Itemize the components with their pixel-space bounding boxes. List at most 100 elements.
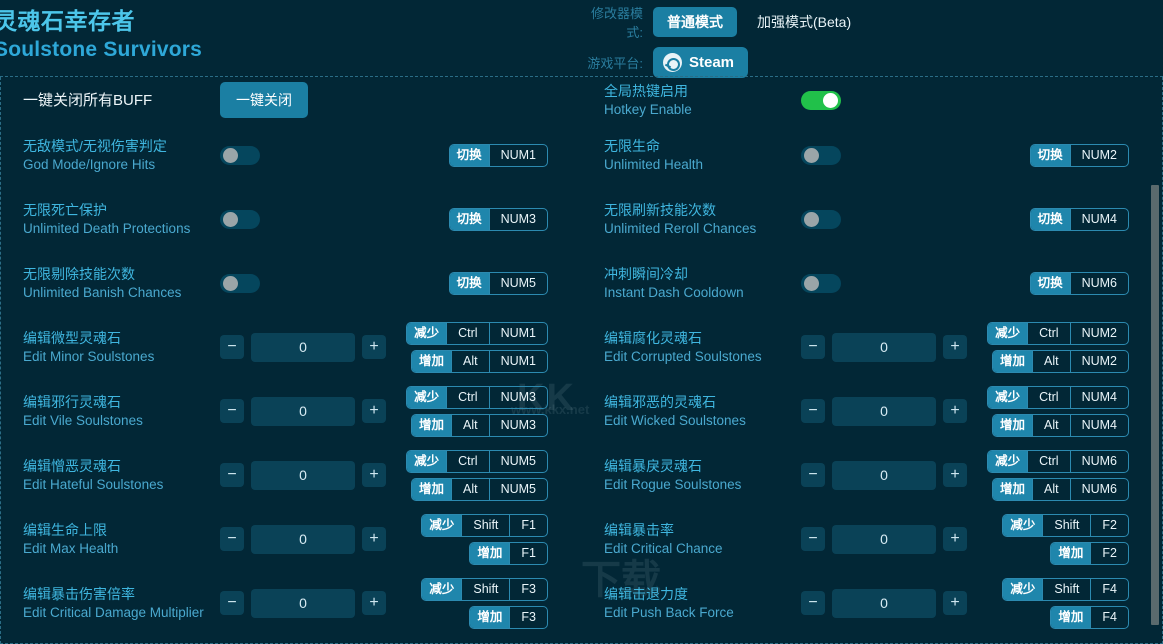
option-control: −0 + bbox=[794, 460, 967, 490]
hotkey-key-label: NUM1 bbox=[488, 144, 547, 166]
hotkey-chip-alt-num3[interactable]: 增加 Alt NUM3 bbox=[410, 413, 548, 437]
option-control: −0 + bbox=[794, 396, 967, 426]
toggle-knob bbox=[223, 275, 238, 291]
hotkey-chip-f3[interactable]: 增加 F3 bbox=[469, 605, 548, 629]
option-toggle[interactable] bbox=[801, 209, 841, 229]
option-row-instant-dash-cooldown: 冲刺瞬间冷却 Instant Dash Cooldown 切换 NUM6 bbox=[604, 251, 1162, 315]
option-control: −0 + bbox=[213, 396, 386, 426]
hotkey-chip-ctrl-num1[interactable]: 减少 Ctrl NUM1 bbox=[406, 321, 548, 345]
value-input[interactable]: 0 bbox=[832, 332, 936, 362]
option-label-cn: 编辑生命上限 bbox=[23, 521, 107, 538]
hotkey-action-label: 切换 bbox=[1030, 272, 1070, 294]
option-toggle[interactable] bbox=[220, 273, 260, 293]
vertical-scrollbar[interactable] bbox=[1151, 185, 1159, 625]
option-label-en: Edit Push Back Force bbox=[604, 604, 734, 620]
mode-normal-button[interactable]: 普通模式 bbox=[653, 7, 737, 37]
hotkey-chip-ctrl-num2[interactable]: 减少 Ctrl NUM2 bbox=[987, 321, 1129, 345]
option-control: −0 + bbox=[213, 460, 386, 490]
hotkey-chip-num4[interactable]: 切换 NUM4 bbox=[1029, 207, 1129, 231]
hotkey-chip-num2[interactable]: 切换 NUM2 bbox=[1029, 143, 1129, 167]
hotkey-key-label: Shift bbox=[1042, 514, 1090, 536]
hotkey-chip-f1[interactable]: 增加 F1 bbox=[469, 541, 548, 565]
hotkey-chip-alt-num1[interactable]: 增加 Alt NUM1 bbox=[410, 349, 548, 373]
option-hotkeys: 减少 Ctrl NUM4 增加 Alt NUM4 bbox=[959, 385, 1162, 437]
hotkey-chip-shift-f2[interactable]: 减少 Shift F2 bbox=[1002, 513, 1129, 537]
hotkey-chip-f2[interactable]: 增加 F2 bbox=[1050, 541, 1129, 565]
all-buff-row: 一键关闭所有BUFF 一键关闭 bbox=[23, 77, 582, 123]
decrement-button[interactable]: − bbox=[220, 591, 244, 615]
option-toggle[interactable] bbox=[801, 273, 841, 293]
decrement-button[interactable]: − bbox=[801, 463, 825, 487]
option-toggle[interactable] bbox=[801, 145, 841, 165]
option-label-en: Unlimited Reroll Chances bbox=[604, 220, 757, 236]
value-input[interactable]: 0 bbox=[832, 524, 936, 554]
value-input[interactable]: 0 bbox=[832, 588, 936, 618]
hotkey-chip-num5[interactable]: 切换 NUM5 bbox=[448, 271, 548, 295]
platform-steam-button[interactable]: Steam bbox=[653, 46, 749, 78]
hotkey-chip-shift-f3[interactable]: 减少 Shift F3 bbox=[421, 577, 548, 601]
hotkey-chip-ctrl-num3[interactable]: 减少 Ctrl NUM3 bbox=[406, 385, 548, 409]
hotkey-action-label: 切换 bbox=[449, 144, 489, 166]
all-buff-labels: 一键关闭所有BUFF bbox=[23, 91, 213, 110]
hotkey-action-label: 增加 bbox=[470, 606, 510, 628]
option-labels: 编辑暴击伤害倍率 Edit Critical Damage Multiplier bbox=[23, 585, 213, 622]
decrement-button[interactable]: − bbox=[220, 463, 244, 487]
hotkey-chip-alt-num5[interactable]: 增加 Alt NUM5 bbox=[410, 477, 548, 501]
option-control bbox=[794, 209, 959, 229]
hotkey-key-label: Alt bbox=[450, 414, 489, 436]
hotkey-chip-shift-f4[interactable]: 减少 Shift F4 bbox=[1002, 577, 1129, 601]
value-input[interactable]: 0 bbox=[251, 460, 355, 490]
hotkey-chip-f4[interactable]: 增加 F4 bbox=[1050, 605, 1129, 629]
hotkey-action-label: 增加 bbox=[992, 414, 1032, 436]
hotkey-chip-ctrl-num4[interactable]: 减少 Ctrl NUM4 bbox=[987, 385, 1129, 409]
hotkey-enable-toggle[interactable] bbox=[801, 90, 841, 110]
decrement-button[interactable]: − bbox=[220, 335, 244, 359]
option-labels: 编辑邪恶的灵魂石 Edit Wicked Soulstones bbox=[604, 393, 794, 430]
game-title-en: Soulstone Survivors bbox=[0, 38, 203, 61]
decrement-button[interactable]: − bbox=[801, 335, 825, 359]
value-input[interactable]: 0 bbox=[251, 588, 355, 618]
option-label-cn: 编辑邪恶的灵魂石 bbox=[604, 393, 716, 410]
all-buff-off-button[interactable]: 一键关闭 bbox=[220, 82, 308, 118]
hotkey-action-label: 增加 bbox=[1051, 606, 1091, 628]
option-labels: 编辑击退力度 Edit Push Back Force bbox=[604, 585, 794, 622]
hotkey-chip-shift-f1[interactable]: 减少 Shift F1 bbox=[421, 513, 548, 537]
hotkey-chip-ctrl-num5[interactable]: 减少 Ctrl NUM5 bbox=[406, 449, 548, 473]
hotkey-chip-num6[interactable]: 切换 NUM6 bbox=[1029, 271, 1129, 295]
value-input[interactable]: 0 bbox=[251, 396, 355, 426]
option-hotkeys: 减少 Ctrl NUM2 增加 Alt NUM2 bbox=[959, 321, 1162, 373]
hotkey-enable-row: 全局热键启用 Hotkey Enable bbox=[604, 77, 1162, 123]
option-toggle[interactable] bbox=[220, 145, 260, 165]
option-labels: 无敌模式/无视伤害判定 God Mode/Ignore Hits bbox=[23, 137, 213, 174]
option-labels: 编辑生命上限 Edit Max Health bbox=[23, 521, 213, 558]
hotkey-action-label: 切换 bbox=[449, 272, 489, 294]
hotkey-chip-alt-num6[interactable]: 增加 Alt NUM6 bbox=[991, 477, 1129, 501]
option-row-god-mode-ignore-hits: 无敌模式/无视伤害判定 God Mode/Ignore Hits 切换 NUM1 bbox=[23, 123, 582, 187]
hotkey-chip-ctrl-num6[interactable]: 减少 Ctrl NUM6 bbox=[987, 449, 1129, 473]
hotkey-chip-alt-num2[interactable]: 增加 Alt NUM2 bbox=[991, 349, 1129, 373]
option-label-en: Edit Rogue Soulstones bbox=[604, 476, 742, 492]
trainer-mode-row: 修改器模式: 普通模式 加强模式(Beta) bbox=[575, 6, 1055, 40]
hotkey-key-label: NUM4 bbox=[1069, 208, 1128, 230]
decrement-button[interactable]: − bbox=[801, 527, 825, 551]
decrement-button[interactable]: − bbox=[801, 591, 825, 615]
mode-enhanced-button[interactable]: 加强模式(Beta) bbox=[747, 6, 861, 38]
hotkey-chip-num3[interactable]: 切换 NUM3 bbox=[448, 207, 548, 231]
hotkey-chip-alt-num4[interactable]: 增加 Alt NUM4 bbox=[991, 413, 1129, 437]
game-title-cn: 灵魂石幸存者 bbox=[0, 8, 135, 34]
hotkey-action-label: 减少 bbox=[407, 450, 447, 472]
toggle-knob bbox=[823, 92, 838, 108]
hotkey-key-label: F3 bbox=[509, 578, 547, 600]
hotkey-chip-num1[interactable]: 切换 NUM1 bbox=[448, 143, 548, 167]
value-input[interactable]: 0 bbox=[832, 396, 936, 426]
value-stepper: −0 + bbox=[220, 460, 386, 490]
option-toggle[interactable] bbox=[220, 209, 260, 229]
decrement-button[interactable]: − bbox=[220, 527, 244, 551]
value-input[interactable]: 0 bbox=[251, 524, 355, 554]
value-input[interactable]: 0 bbox=[251, 332, 355, 362]
decrement-button[interactable]: − bbox=[801, 399, 825, 423]
hotkey-action-label: 切换 bbox=[1030, 144, 1070, 166]
decrement-button[interactable]: − bbox=[220, 399, 244, 423]
hotkey-action-label: 增加 bbox=[1051, 542, 1091, 564]
value-input[interactable]: 0 bbox=[832, 460, 936, 490]
